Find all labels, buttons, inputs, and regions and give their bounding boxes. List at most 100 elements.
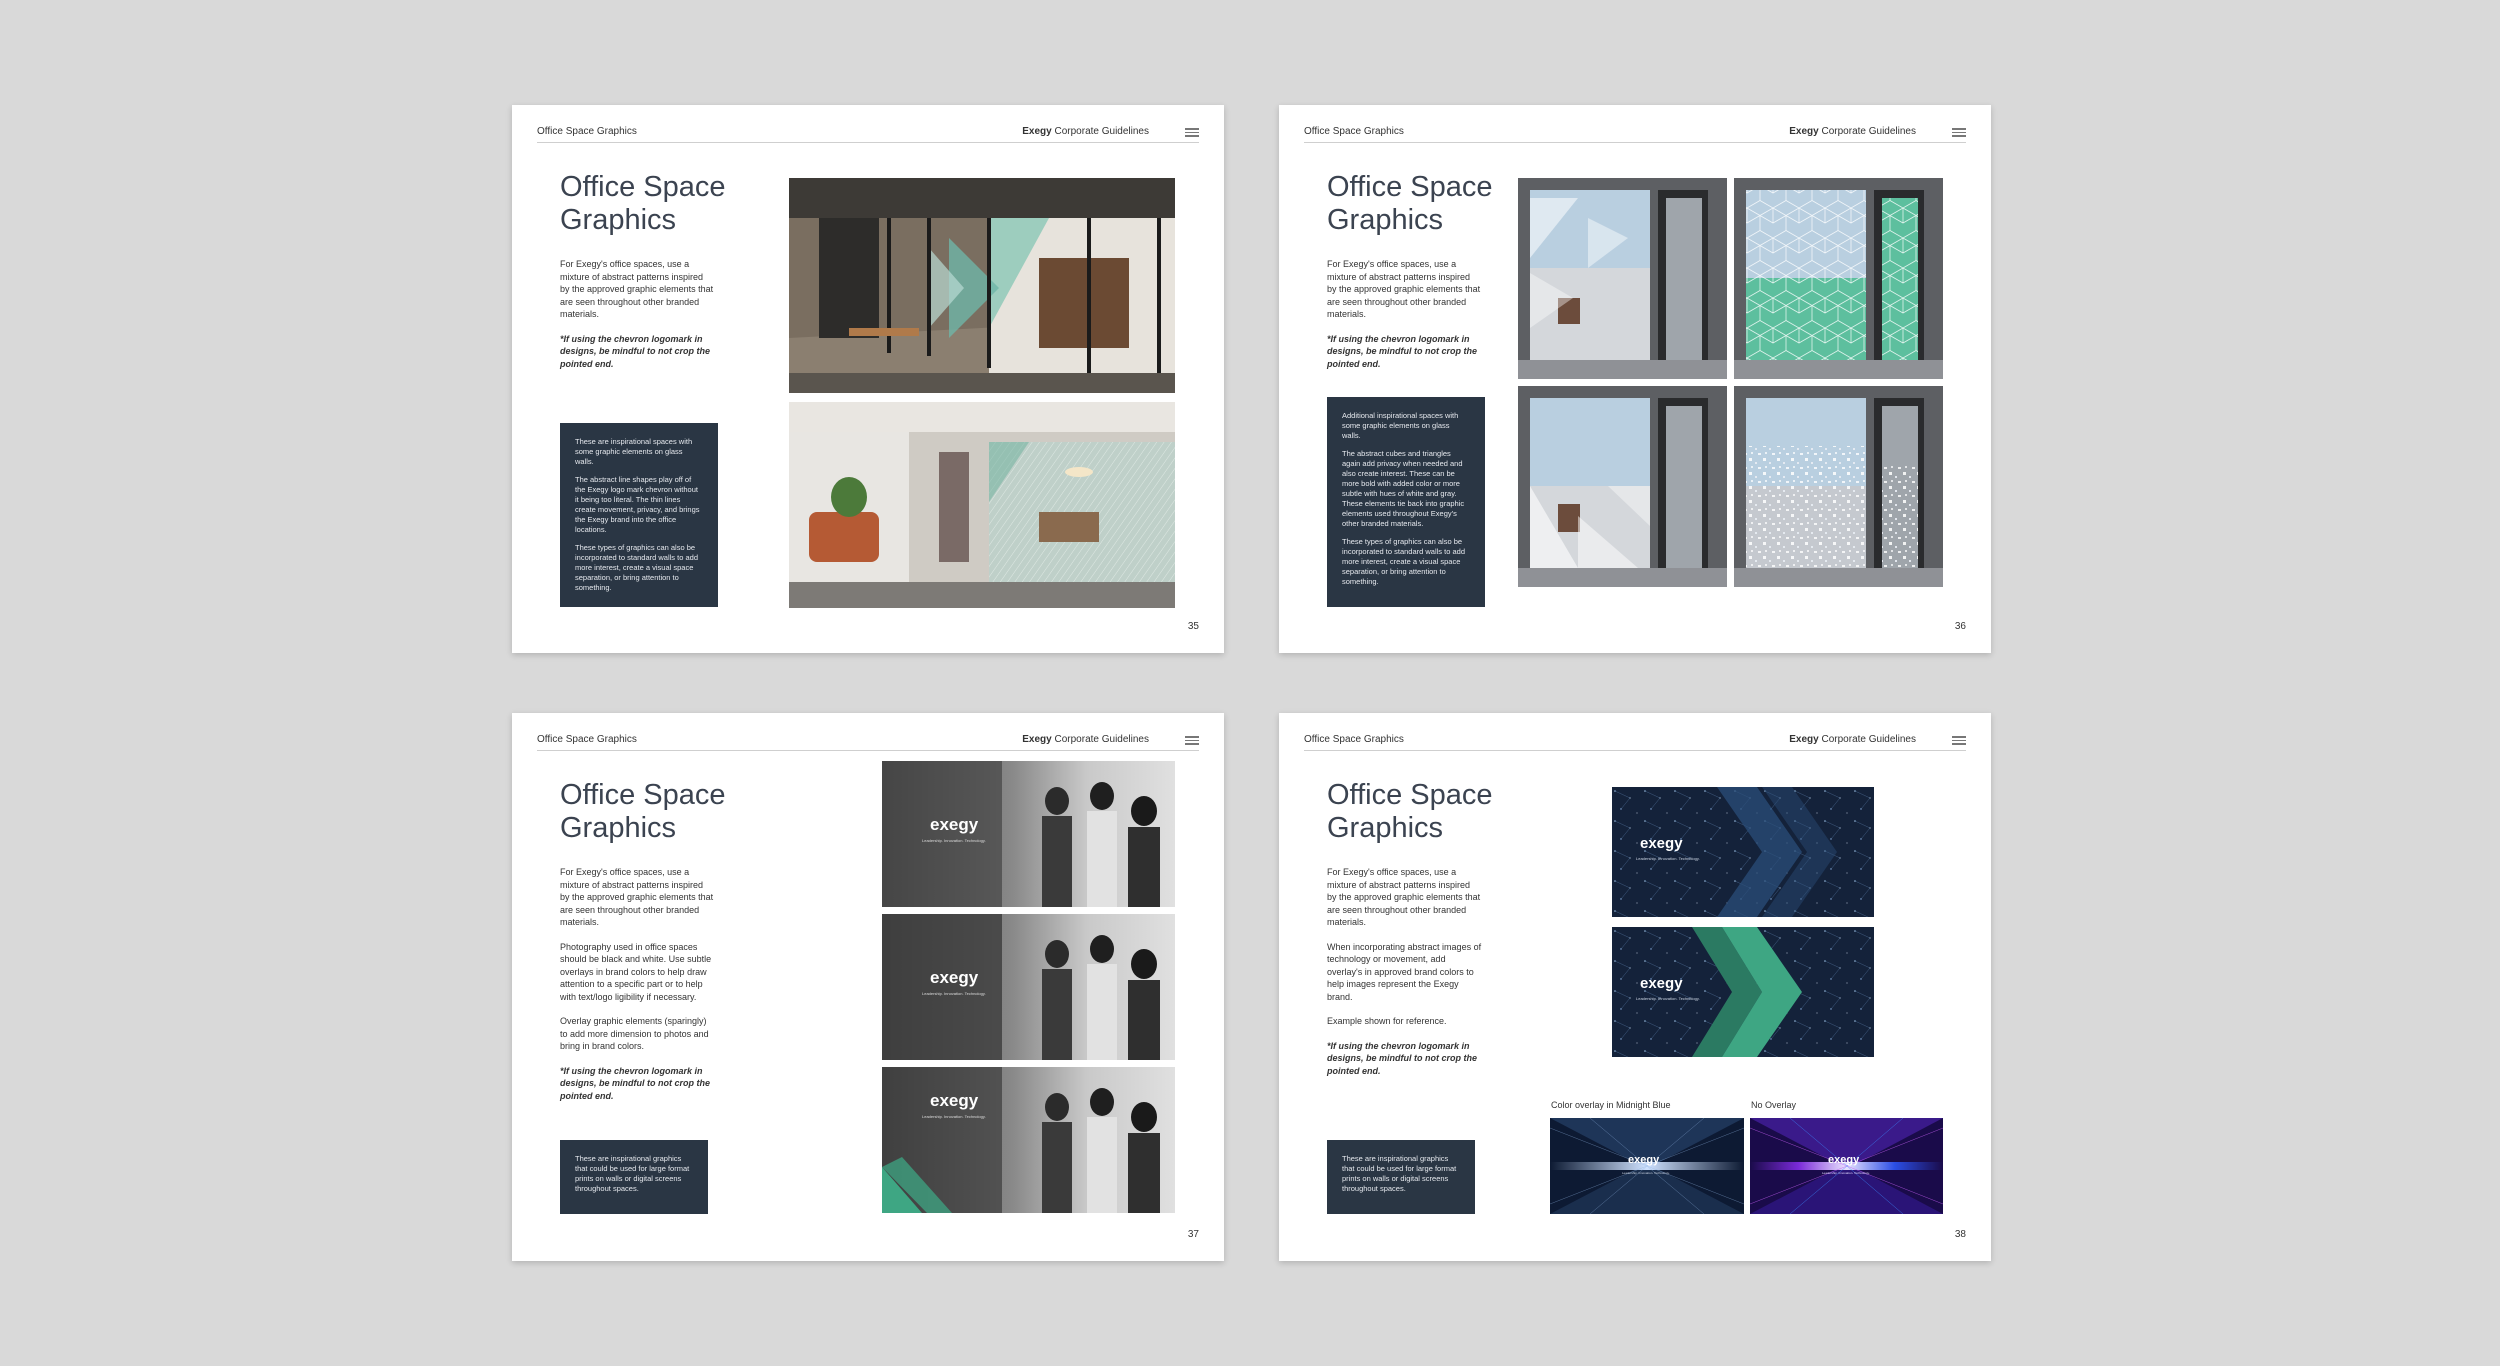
exegy-logo: exegy <box>930 968 979 987</box>
glass-triangles-gray-photo <box>1518 386 1727 587</box>
tech-green-chevron-graphic: exegy Leadership. Innovation. Technology… <box>1612 927 1874 1057</box>
info-paragraph-3: These types of graphics can also be inco… <box>575 543 698 592</box>
body-text: For Exegy's office spaces, use a mixture… <box>560 866 715 1114</box>
page-36: Office Space Graphics Exegy Corporate Gu… <box>1279 105 1991 653</box>
glass-triangles-white-photo <box>1518 178 1727 379</box>
info-paragraph-3: These types of graphics can also be inco… <box>1342 537 1465 586</box>
title-line-2: Graphics <box>560 204 677 236</box>
intro-paragraph: For Exegy's office spaces, use a mixture… <box>560 259 714 319</box>
tunnel-no-overlay-graphic: exegy Leadership. Innovation. Technology… <box>1750 1118 1943 1214</box>
menu-icon[interactable] <box>1185 128 1199 137</box>
chevron-note: *If using the chevron logomark in design… <box>560 1065 710 1101</box>
menu-icon[interactable] <box>1952 736 1966 745</box>
title-line-2: Graphics <box>1327 204 1444 236</box>
page-number: 38 <box>1954 1229 1966 1240</box>
title-line-2: Graphics <box>560 812 677 844</box>
info-paragraph-1: These are inspirational spaces with some… <box>575 437 693 466</box>
menu-icon[interactable] <box>1952 128 1966 137</box>
header-rule <box>1304 142 1966 143</box>
logo-tagline: Leadership. Innovation. Technology. <box>1636 856 1700 861</box>
logo-tagline: Leadership. Innovation. Technology. <box>1822 1171 1870 1175</box>
header-doc: Corporate Guidelines <box>1054 126 1150 137</box>
title-line-1: Office Space <box>1327 779 1493 811</box>
chevron-note: *If using the chevron logomark in design… <box>1327 333 1477 369</box>
menu-icon[interactable] <box>1185 736 1199 745</box>
tech-blue-chevron-graphic: exegy Leadership. Innovation. Technology… <box>1612 787 1874 917</box>
bw-team-photo-2: exegy Leadership. Innovation. Technology… <box>882 914 1175 1060</box>
header-section: Office Space Graphics <box>537 126 637 137</box>
header-rule <box>537 142 1199 143</box>
chevron-note: *If using the chevron logomark in design… <box>560 333 710 369</box>
office-glass-chevron-photo <box>789 178 1175 393</box>
exegy-logo: exegy <box>930 1091 979 1110</box>
header-doc: Corporate Guidelines <box>1054 734 1150 745</box>
info-paragraph-1: Additional inspirational spaces with som… <box>1342 411 1459 440</box>
page-title: Office Space Graphics <box>1327 779 1527 845</box>
logo-tagline: Leadership. Innovation. Technology. <box>922 838 986 843</box>
exegy-logo: exegy <box>1640 835 1683 852</box>
header-rule <box>537 750 1199 751</box>
info-paragraph-2: The abstract line shapes play off of the… <box>575 475 700 534</box>
overlay-paragraph: Overlay graphic elements (sparingly) to … <box>560 1016 709 1051</box>
header-title: Exegy Corporate Guidelines <box>1789 126 1916 137</box>
exegy-logo: exegy <box>1628 1154 1660 1166</box>
lounge-diagonal-lines-photo <box>789 402 1175 608</box>
header-section: Office Space Graphics <box>1304 734 1404 745</box>
glass-cubes-green-photo <box>1734 178 1943 379</box>
info-box: These are inspirational graphics that co… <box>560 1140 708 1214</box>
header-doc: Corporate Guidelines <box>1821 734 1917 745</box>
intro-paragraph: For Exegy's office spaces, use a mixture… <box>1327 259 1481 319</box>
info-box: These are inspirational graphics that co… <box>1327 1140 1475 1214</box>
page-number: 35 <box>1187 621 1199 632</box>
page-35: Office Space Graphics Exegy Corporate Gu… <box>512 105 1224 653</box>
header-brand: Exegy <box>1022 126 1052 137</box>
page-number: 36 <box>1954 621 1966 632</box>
page-38: Office Space Graphics Exegy Corporate Gu… <box>1279 713 1991 1261</box>
header-section: Office Space Graphics <box>1304 126 1404 137</box>
caption-midnight-overlay: Color overlay in Midnight Blue <box>1551 1100 1671 1110</box>
caption-no-overlay: No Overlay <box>1751 1100 1797 1110</box>
info-box: These are inspirational spaces with some… <box>560 423 718 607</box>
exegy-logo: exegy <box>1640 975 1683 992</box>
exegy-logo: exegy <box>1828 1154 1860 1166</box>
page-title: Office Space Graphics <box>560 779 760 845</box>
exegy-logo: exegy <box>930 815 979 834</box>
header-title: Exegy Corporate Guidelines <box>1022 734 1149 745</box>
title-line-2: Graphics <box>1327 812 1444 844</box>
chevron-note: *If using the chevron logomark in design… <box>1327 1040 1477 1076</box>
logo-tagline: Leadership. Innovation. Technology. <box>922 991 986 996</box>
overlay-paragraph: When incorporating abstract images of te… <box>1327 941 1482 1002</box>
glass-pixel-pattern-photo <box>1734 386 1943 587</box>
header-title: Exegy Corporate Guidelines <box>1022 126 1149 137</box>
header-rule <box>1304 750 1966 751</box>
reference-paragraph: Example shown for reference. <box>1327 1016 1447 1026</box>
body-text: For Exegy's office spaces, use a mixture… <box>1327 258 1482 382</box>
info-paragraph: These are inspirational graphics that co… <box>575 1154 690 1193</box>
header-doc: Corporate Guidelines <box>1821 126 1917 137</box>
body-text: For Exegy's office spaces, use a mixture… <box>560 258 715 382</box>
title-line-1: Office Space <box>560 171 726 203</box>
page-number: 37 <box>1187 1229 1199 1240</box>
header-brand: Exegy <box>1022 734 1052 745</box>
intro-paragraph: For Exegy's office spaces, use a mixture… <box>560 867 714 927</box>
body-text: For Exegy's office spaces, use a mixture… <box>1327 866 1482 1089</box>
photography-paragraph: Photography used in office spaces should… <box>560 941 712 1002</box>
page-37: Office Space Graphics Exegy Corporate Gu… <box>512 713 1224 1261</box>
bw-team-photo-green-overlay: exegy Leadership. Innovation. Technology… <box>882 1067 1175 1213</box>
header-title: Exegy Corporate Guidelines <box>1789 734 1916 745</box>
logo-tagline: Leadership. Innovation. Technology. <box>1622 1171 1670 1175</box>
info-paragraph: These are inspirational graphics that co… <box>1342 1154 1457 1193</box>
bw-team-photo-1: exegy Leadership. Innovation. Technology… <box>882 761 1175 907</box>
info-paragraph-2: The abstract cubes and triangles again a… <box>1342 449 1465 528</box>
page-title: Office Space Graphics <box>560 171 760 237</box>
logo-tagline: Leadership. Innovation. Technology. <box>922 1114 986 1119</box>
info-box: Additional inspirational spaces with som… <box>1327 397 1485 607</box>
logo-tagline: Leadership. Innovation. Technology. <box>1636 996 1700 1001</box>
header-section: Office Space Graphics <box>537 734 637 745</box>
page-title: Office Space Graphics <box>1327 171 1527 237</box>
intro-paragraph: For Exegy's office spaces, use a mixture… <box>1327 867 1481 927</box>
tunnel-midnight-overlay-graphic: exegy Leadership. Innovation. Technology… <box>1550 1118 1744 1214</box>
title-line-1: Office Space <box>1327 171 1493 203</box>
header-brand: Exegy <box>1789 734 1819 745</box>
title-line-1: Office Space <box>560 779 726 811</box>
